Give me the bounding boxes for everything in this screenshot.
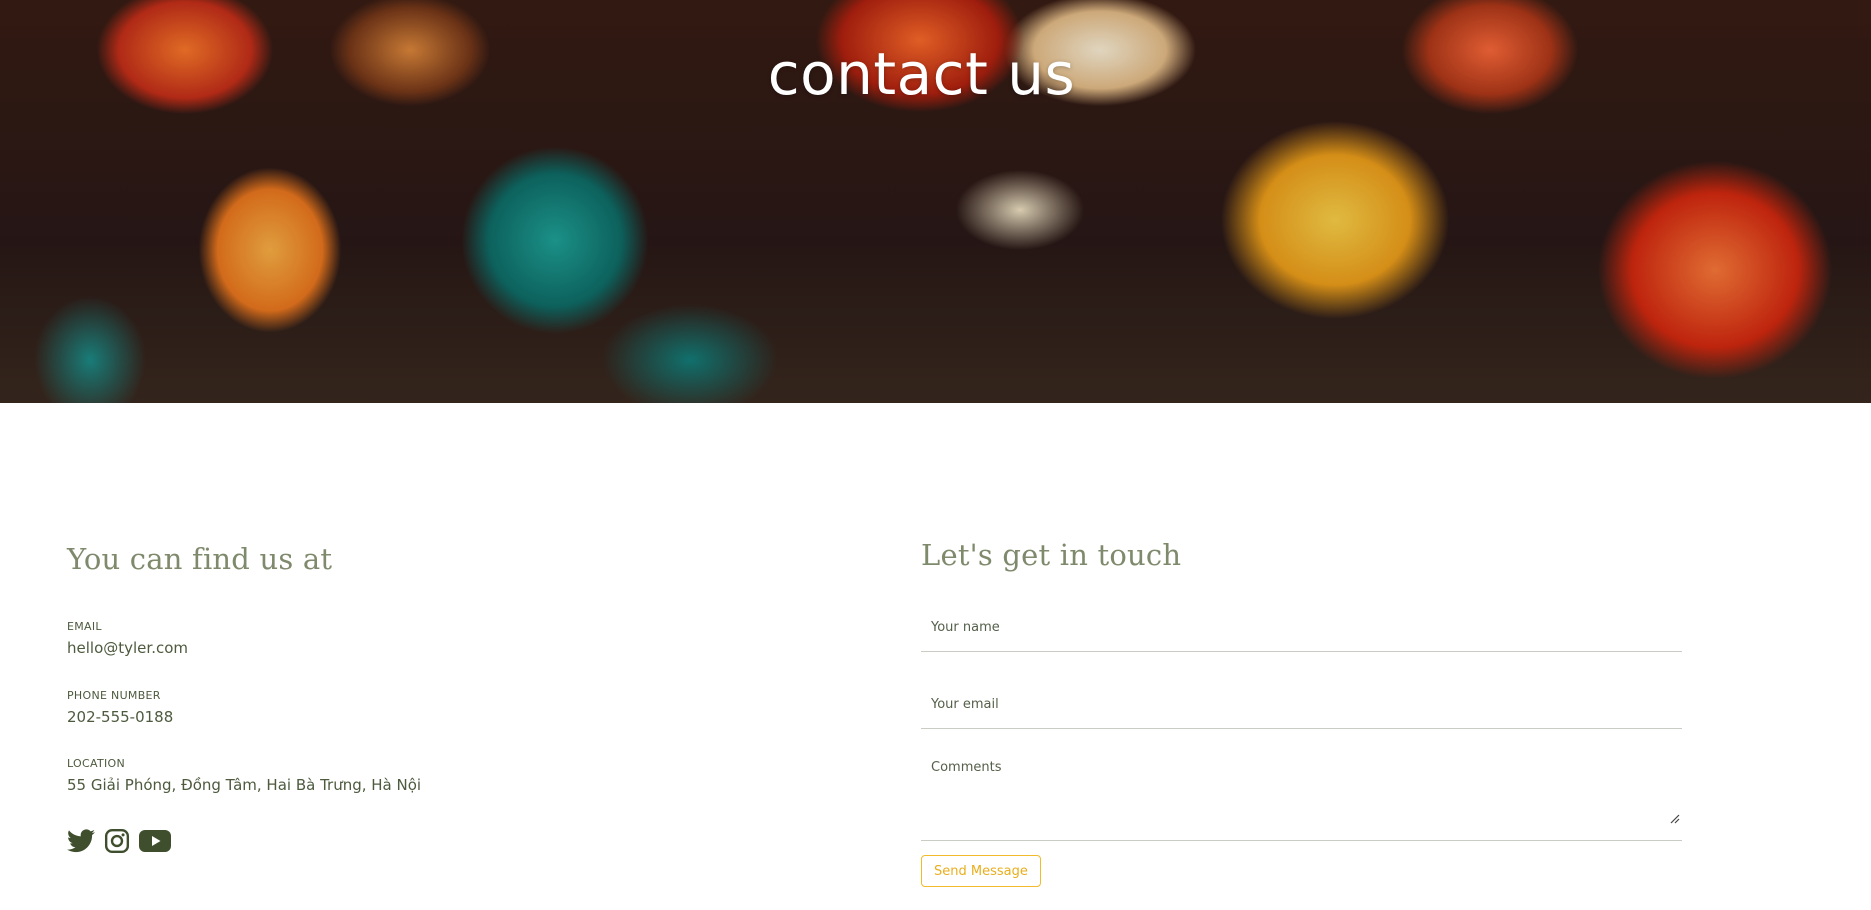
email-input[interactable] (921, 697, 1681, 712)
location-label: LOCATION (67, 757, 125, 770)
twitter-icon[interactable] (67, 827, 95, 855)
contact-info: You can find us at EMAIL hello@tyler.com… (67, 542, 767, 854)
social-links (67, 827, 171, 855)
resize-handle-icon[interactable] (1670, 814, 1680, 824)
email-value[interactable]: hello@tyler.com (67, 639, 188, 657)
comments-textarea[interactable] (921, 760, 1681, 830)
name-input[interactable] (921, 620, 1681, 635)
info-heading: You can find us at (67, 542, 333, 576)
phone-value[interactable]: 202-555-0188 (67, 708, 173, 726)
name-field-wrapper (921, 616, 1682, 652)
instagram-icon[interactable] (103, 827, 131, 855)
twitter-icon-glyph (67, 829, 95, 853)
location-value: 55 Giải Phóng, Đồng Tâm, Hai Bà Trưng, H… (67, 776, 422, 794)
youtube-icon[interactable] (139, 827, 171, 855)
location-block: LOCATION 55 Giải Phóng, Đồng Tâm, Hai Bà… (67, 757, 421, 794)
phone-block: PHONE NUMBER 202-555-0188 (67, 689, 173, 726)
comments-field-wrapper (921, 760, 1682, 841)
instagram-icon-glyph (104, 828, 130, 854)
email-block: EMAIL hello@tyler.com (67, 620, 188, 657)
hero-banner: contact us (0, 0, 1871, 403)
form-heading: Let's get in touch (921, 538, 1182, 572)
email-field-wrapper (921, 693, 1682, 729)
contact-form: Let's get in touch Send Message (921, 538, 1682, 887)
page-title: contact us (767, 40, 1076, 108)
send-message-button[interactable]: Send Message (921, 855, 1041, 887)
email-label: EMAIL (67, 620, 102, 633)
phone-label: PHONE NUMBER (67, 689, 161, 702)
youtube-icon-glyph (139, 830, 171, 852)
